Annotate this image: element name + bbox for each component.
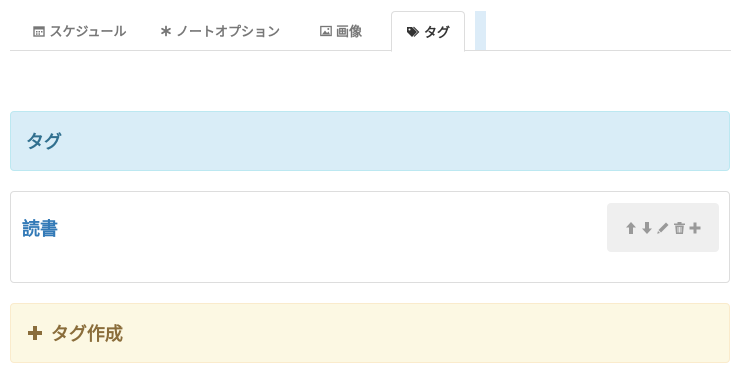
tags-icon xyxy=(406,26,420,38)
tag-actions xyxy=(607,203,719,252)
tab-label: タグ xyxy=(423,26,450,41)
tab-label: ノートオプション xyxy=(176,25,281,40)
trash-icon[interactable] xyxy=(672,221,686,235)
asterisk-icon xyxy=(160,25,172,37)
pencil-icon[interactable] xyxy=(656,221,670,235)
picture-icon xyxy=(320,25,332,37)
plus-icon xyxy=(27,325,43,341)
tab-schedule[interactable]: スケジュール xyxy=(26,11,134,50)
tab-images[interactable]: 画像 xyxy=(316,11,366,50)
tab-tags[interactable]: タグ xyxy=(391,11,465,52)
plus-icon[interactable] xyxy=(688,221,702,235)
tab-edge-decoration xyxy=(475,11,486,50)
tab-note-options[interactable]: ノートオプション xyxy=(160,11,280,50)
panel-title: タグ xyxy=(26,132,62,153)
tab-label: スケジュール xyxy=(49,25,127,40)
calendar-icon xyxy=(33,25,46,37)
tag-item-panel: 読書 xyxy=(10,191,730,283)
tab-label: 画像 xyxy=(335,25,362,40)
tags-heading-panel: タグ xyxy=(10,111,730,171)
tag-name: 読書 xyxy=(22,219,58,240)
tab-bar: スケジュール ノートオプション 画像 タグ xyxy=(10,11,731,52)
arrow-up-icon[interactable] xyxy=(624,221,638,235)
create-tag-label: タグ作成 xyxy=(51,324,123,345)
arrow-down-icon[interactable] xyxy=(640,221,654,235)
create-tag-button[interactable]: タグ作成 xyxy=(10,303,730,363)
